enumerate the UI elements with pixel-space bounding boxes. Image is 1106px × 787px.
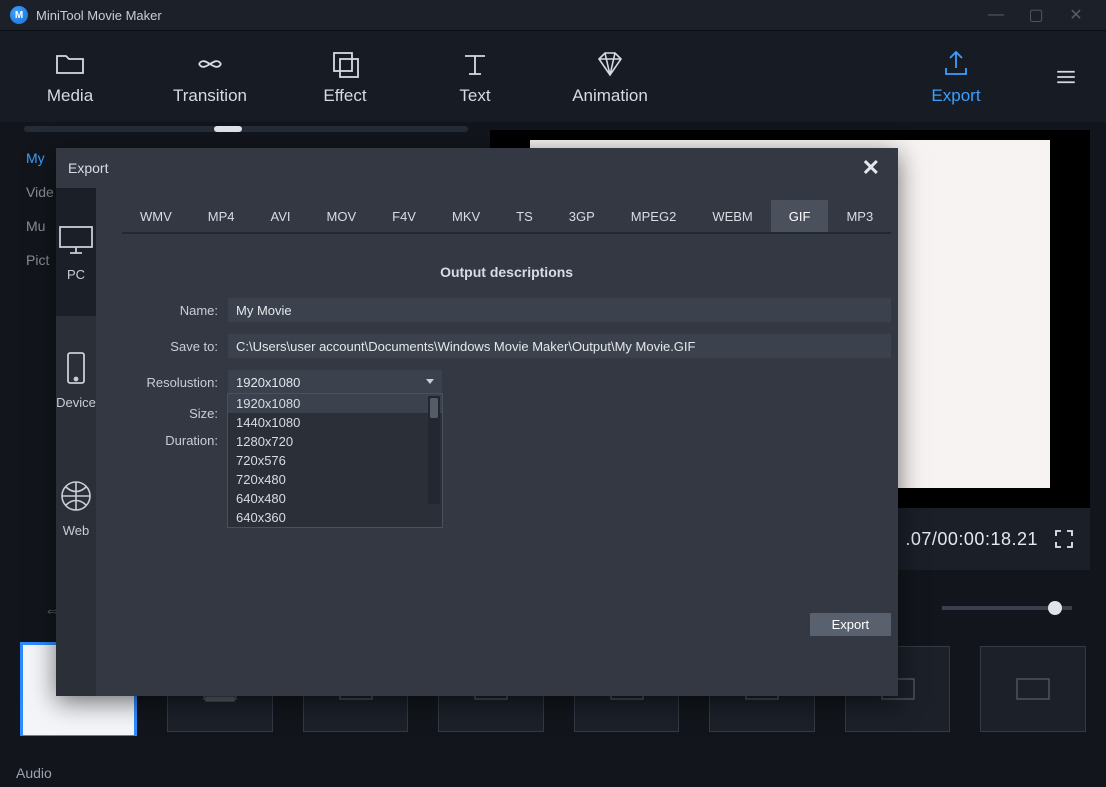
save-to-label: Save to: (122, 339, 218, 354)
chevron-down-icon (426, 379, 434, 384)
nav-export[interactable]: Export (886, 31, 1026, 123)
export-target-device-label: Device (56, 395, 96, 410)
format-tab-mkv[interactable]: MKV (434, 200, 498, 232)
transition-icon (194, 48, 226, 80)
monitor-icon (56, 223, 96, 257)
close-dialog-button[interactable]: ✕ (856, 155, 886, 181)
name-input[interactable] (228, 298, 891, 322)
format-tab-webm[interactable]: WEBM (694, 200, 770, 232)
dropdown-scrollbar[interactable] (428, 396, 440, 504)
resolution-option[interactable]: 720x480 (228, 470, 442, 489)
export-button[interactable]: Export (810, 613, 892, 636)
export-target-device[interactable]: Device (56, 316, 96, 444)
titlebar: M MiniTool Movie Maker — ▢ ✕ (0, 0, 1106, 31)
nav-animation-label: Animation (572, 86, 648, 106)
timeline-clip[interactable] (980, 646, 1086, 732)
nav-media[interactable]: Media (0, 31, 140, 123)
resolution-select[interactable]: 1920x1080 1920x10801440x10801280x720720x… (228, 370, 442, 394)
nav-animation[interactable]: Animation (540, 31, 680, 123)
save-to-input[interactable] (228, 334, 891, 358)
resolution-selected-value: 1920x1080 (236, 375, 300, 390)
export-target-pc[interactable]: PC (56, 188, 96, 316)
left-panel-tabs: My Vide Mu Pict (26, 150, 54, 268)
export-target-web[interactable]: Web (56, 444, 96, 572)
hamburger-menu-button[interactable] (1026, 31, 1106, 123)
clip-placeholder-icon (1015, 675, 1051, 703)
resolution-dropdown: 1920x10801440x10801280x720720x576720x480… (227, 393, 443, 528)
format-tab-gif[interactable]: GIF (771, 200, 829, 232)
export-target-web-label: Web (63, 523, 90, 538)
format-tab-mov[interactable]: MOV (309, 200, 375, 232)
time-display: .07/00:00:18.21 (905, 529, 1038, 550)
export-target-pc-label: PC (67, 267, 85, 282)
resolution-option[interactable]: 640x360 (228, 508, 442, 527)
app-logo-icon: M (10, 6, 28, 24)
format-tab-f4v[interactable]: F4V (374, 200, 434, 232)
close-window-button[interactable]: ✕ (1056, 5, 1096, 25)
export-main-panel: WMVMP4AVIMOVF4VMKVTS3GPMPEG2WEBMGIFMP3 O… (96, 188, 917, 696)
maximize-button[interactable]: ▢ (1016, 5, 1056, 25)
nav-effect-label: Effect (323, 86, 366, 106)
left-tab-music[interactable]: Mu (26, 218, 54, 234)
export-dialog-title: Export (68, 160, 856, 176)
media-scrollbar[interactable] (24, 126, 468, 132)
globe-icon (56, 479, 96, 513)
nav-text-label: Text (459, 86, 490, 106)
export-target-tabs: PC Device Web (56, 188, 96, 696)
nav-effect[interactable]: Effect (280, 31, 410, 123)
nav-transition[interactable]: Transition (140, 31, 280, 123)
duration-label: Duration: (122, 433, 218, 448)
zoom-slider[interactable] (942, 606, 1072, 610)
resolution-option[interactable]: 720x576 (228, 451, 442, 470)
app-title: MiniTool Movie Maker (36, 8, 976, 23)
device-icon (56, 351, 96, 385)
resolution-option[interactable]: 1280x720 (228, 432, 442, 451)
format-tab-3gp[interactable]: 3GP (551, 200, 613, 232)
diamond-icon (594, 48, 626, 80)
export-dialog: Export ✕ PC Device Web (56, 148, 898, 696)
minimize-button[interactable]: — (976, 6, 1016, 24)
export-format-row: WMVMP4AVIMOVF4VMKVTS3GPMPEG2WEBMGIFMP3 (122, 200, 891, 234)
text-icon (459, 48, 491, 80)
audio-track-label: Audio (16, 765, 52, 781)
format-tab-mp4[interactable]: MP4 (190, 200, 253, 232)
size-label: Size: (122, 406, 218, 421)
effect-icon (329, 48, 361, 80)
name-label: Name: (122, 303, 218, 318)
resolution-label: Resolustion: (122, 375, 218, 390)
left-tab-my-album[interactable]: My (26, 150, 54, 166)
format-tab-mpeg2[interactable]: MPEG2 (613, 200, 695, 232)
resolution-option[interactable]: 1920x1080 (228, 394, 442, 413)
format-tab-avi[interactable]: AVI (253, 200, 309, 232)
nav-media-label: Media (47, 86, 93, 106)
resolution-option[interactable]: 640x480 (228, 489, 442, 508)
top-nav: Media Transition Effect Text Animation E… (0, 31, 1106, 124)
export-form: Name: Save to: Resolustion: 1920x1080 19… (122, 298, 891, 448)
nav-export-label: Export (931, 86, 980, 106)
format-tab-ts[interactable]: TS (498, 200, 551, 232)
output-descriptions-heading: Output descriptions (122, 264, 891, 280)
export-dialog-header: Export ✕ (56, 148, 898, 188)
fullscreen-icon[interactable] (1054, 529, 1074, 549)
nav-text[interactable]: Text (410, 31, 540, 123)
folder-icon (54, 48, 86, 80)
nav-transition-label: Transition (173, 86, 247, 106)
left-tab-pictures[interactable]: Pict (26, 252, 54, 268)
format-tab-mp3[interactable]: MP3 (828, 200, 891, 232)
format-tab-wmv[interactable]: WMV (122, 200, 190, 232)
resolution-option[interactable]: 1440x1080 (228, 413, 442, 432)
hamburger-icon (1052, 63, 1080, 91)
export-icon (940, 48, 972, 80)
left-tab-videos[interactable]: Vide (26, 184, 54, 200)
